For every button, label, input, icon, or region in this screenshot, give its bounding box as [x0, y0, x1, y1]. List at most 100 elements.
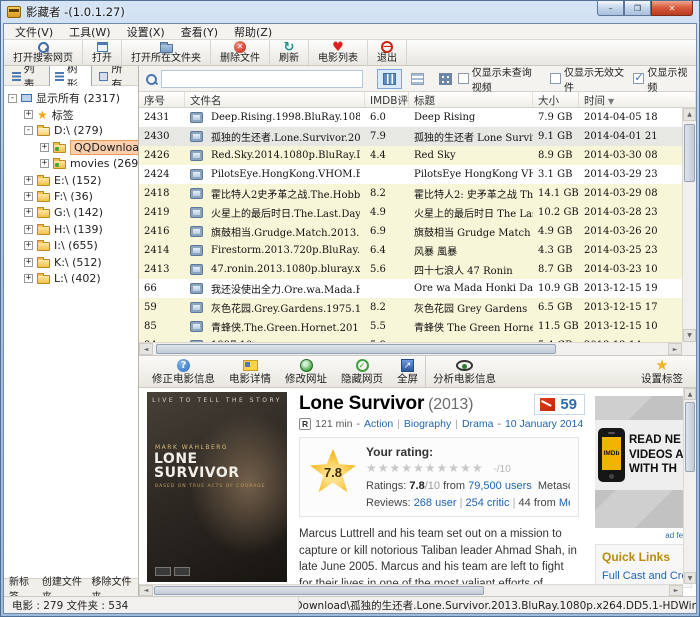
table-row[interactable]: 2414Firestorm.2013.720p.BluRay.x264-WiKi… [139, 241, 682, 260]
column-header-time[interactable]: 时间▼ [579, 92, 696, 107]
expand-icon[interactable]: + [40, 159, 49, 168]
expand-icon[interactable]: + [24, 192, 33, 201]
tree-item-drive-l[interactable]: + L:\ (402) [4, 270, 138, 286]
detail-horizontal-scrollbar[interactable]: ◄ ► [139, 584, 683, 596]
column-header-imdb-rating[interactable]: IMDB评分 [365, 92, 409, 107]
user-reviews-link[interactable]: 268 user [414, 497, 457, 509]
column-header-title[interactable]: 标题 [409, 92, 533, 107]
table-row[interactable]: 2426Red.Sky.2014.1080p.BluRay.DTS-HD.MA.… [139, 146, 682, 165]
menu-settings[interactable]: 设置(X) [120, 24, 172, 40]
tree-item-drive-i[interactable]: + I:\ (655) [4, 238, 138, 254]
column-header-size[interactable]: 大小 [533, 92, 579, 107]
set-tag-button[interactable]: ★ 设置标签 [634, 356, 690, 387]
ad-feedback-link[interactable]: ad feed [595, 531, 692, 540]
table-row[interactable]: 2431Deep.Rising.1998.BluRay.1080p.DTS.x2… [139, 108, 682, 127]
column-header-filename[interactable]: 文件名 [185, 92, 365, 107]
expand-icon[interactable]: + [24, 208, 33, 217]
tree-item-qqdownload[interactable]: + QQDownload (10) [4, 139, 138, 155]
details-view-button[interactable] [377, 69, 402, 89]
release-date-link[interactable]: 10 January 2014 (USA) [505, 418, 583, 430]
users-count-link[interactable]: 79,500 users [468, 480, 532, 492]
tree-item-drive-d[interactable]: - D:\ (279) [4, 123, 138, 139]
scroll-left-arrow[interactable]: ◄ [139, 585, 153, 596]
close-button[interactable]: ✕ [651, 1, 693, 16]
table-row[interactable]: 2416旗鼓相当.Grudge.Match.2013.Bl..6.9旗鼓相当 G… [139, 222, 682, 241]
expand-icon[interactable]: + [40, 143, 49, 152]
table-row-selected[interactable]: 2430孤独的生还者.Lone.Survivor.2013.BluRa..7.9… [139, 127, 682, 146]
table-horizontal-scrollbar[interactable]: ◄ ► [139, 342, 682, 355]
genre-link[interactable]: Action [364, 418, 393, 430]
table-row[interactable]: 85青蜂侠.The.Green.Hornet.2011.BluRay.1080p… [139, 317, 682, 336]
minimize-button[interactable]: – [597, 1, 624, 16]
collapse-icon[interactable]: - [24, 126, 33, 135]
genre-link[interactable]: Biography [404, 418, 451, 430]
expand-icon[interactable]: + [24, 258, 33, 267]
search-input[interactable] [161, 70, 363, 88]
expand-icon[interactable]: + [24, 241, 33, 250]
scroll-down-arrow[interactable]: ▼ [683, 329, 696, 342]
scrollbar-thumb[interactable] [156, 344, 556, 354]
create-folder-button[interactable]: 创建文件夹 [42, 573, 84, 597]
exit-button[interactable]: — 退出 [368, 40, 407, 65]
maximize-button[interactable]: ❐ [624, 1, 651, 16]
checkbox-videos-only[interactable]: 仅显示视频 [633, 66, 690, 94]
scroll-up-arrow[interactable]: ▲ [684, 388, 696, 400]
scrollbar-thumb[interactable] [684, 124, 695, 182]
fullscreen-button[interactable]: ↗ 全屏 [390, 356, 426, 387]
scrollbar-thumb[interactable] [685, 402, 695, 472]
scroll-up-arrow[interactable]: ▲ [683, 108, 696, 121]
remove-folder-button[interactable]: 移除文件夹 [91, 573, 133, 597]
metacritic-link[interactable]: Metacritic.com [559, 497, 570, 509]
table-row[interactable]: 241347.ronin.2013.1080p.bluray.x264-spar… [139, 260, 682, 279]
scroll-down-arrow[interactable]: ▼ [684, 572, 696, 584]
delete-file-button[interactable]: ✕ 删除文件 [211, 40, 270, 65]
tree-item-drive-e[interactable]: + E:\ (152) [4, 172, 138, 188]
genre-link[interactable]: Drama [462, 418, 494, 430]
table-vertical-scrollbar[interactable]: ▲ ▼ [682, 108, 696, 342]
open-search-page-button[interactable]: 打开搜索网页 [4, 40, 83, 65]
analyze-movie-info-button[interactable]: 分析电影信息 [426, 356, 503, 387]
scroll-right-arrow[interactable]: ► [669, 585, 683, 596]
hide-webpage-button[interactable]: ✓ 隐藏网页 [334, 356, 390, 387]
checkbox-invalid-files[interactable]: 仅显示无效文件 [550, 66, 624, 94]
expand-icon[interactable]: + [24, 110, 33, 119]
scrollbar-thumb[interactable] [154, 586, 484, 595]
imdb-app-ad[interactable]: IMDb READ NE VIDEOS A WITH TH [595, 396, 692, 528]
expand-icon[interactable]: + [24, 274, 33, 283]
movie-details-button[interactable]: 电影详情 [222, 356, 278, 387]
menu-view[interactable]: 查看(Y) [174, 24, 225, 40]
scroll-left-arrow[interactable]: ◄ [139, 343, 153, 355]
tree-item-show-all[interactable]: - 显示所有 (2317) [4, 90, 138, 106]
new-tag-button[interactable]: 新标签 [9, 573, 34, 597]
thumbnail-view-button[interactable] [433, 69, 458, 89]
checkbox-box-checked[interactable] [633, 73, 644, 84]
table-row[interactable]: 2418霍比特人2史矛革之战.The.Hobbit.The.Desol..8.2… [139, 184, 682, 203]
tree-item-movies[interactable]: + movies (269) [4, 156, 138, 172]
table-row[interactable]: 2419火星上的最后时日.The.Last.Days.on.Mar..4.9火星… [139, 203, 682, 222]
table-row[interactable]: 66我还没使出全力.Ore.wa.Mada.Honki.Da..Ore wa M… [139, 279, 682, 298]
movie-list-button[interactable]: ♥ 电影列表 [309, 40, 368, 65]
open-containing-folder-button[interactable]: 打开所在文件夹 [122, 40, 211, 65]
edit-url-button[interactable]: 修改网址 [278, 356, 334, 387]
tree-item-drive-h[interactable]: + H:\ (139) [4, 221, 138, 237]
expand-icon[interactable]: + [24, 225, 33, 234]
critic-reviews-link[interactable]: 254 critic [465, 497, 509, 509]
expand-icon[interactable]: + [24, 176, 33, 185]
menu-tools[interactable]: 工具(W) [62, 24, 117, 40]
tree-item-drive-g[interactable]: + G:\ (142) [4, 205, 138, 221]
title-bar[interactable]: 影藏者 -(1.0.1.27) – ❐ ✕ [1, 1, 699, 23]
open-button[interactable]: 打开 [83, 40, 122, 65]
refresh-button[interactable]: ↻ 刷新 [270, 40, 309, 65]
checkbox-box[interactable] [550, 73, 561, 84]
fix-movie-info-button[interactable]: ? 修正电影信息 [145, 356, 222, 387]
menu-file[interactable]: 文件(V) [8, 24, 60, 40]
checkbox-unqueried-videos[interactable]: 仅显示未查询视频 [458, 66, 541, 94]
list-view-button[interactable] [405, 69, 430, 89]
collapse-icon[interactable]: - [8, 94, 17, 103]
checkbox-box[interactable] [458, 73, 469, 84]
column-header-index[interactable]: 序号 [139, 92, 185, 107]
menu-help[interactable]: 帮助(Z) [227, 24, 279, 40]
full-cast-crew-link[interactable]: Full Cast and Crew [602, 570, 685, 582]
tree-item-tags[interactable]: + ★ 标签 [4, 106, 138, 122]
scroll-right-arrow[interactable]: ► [668, 343, 682, 355]
